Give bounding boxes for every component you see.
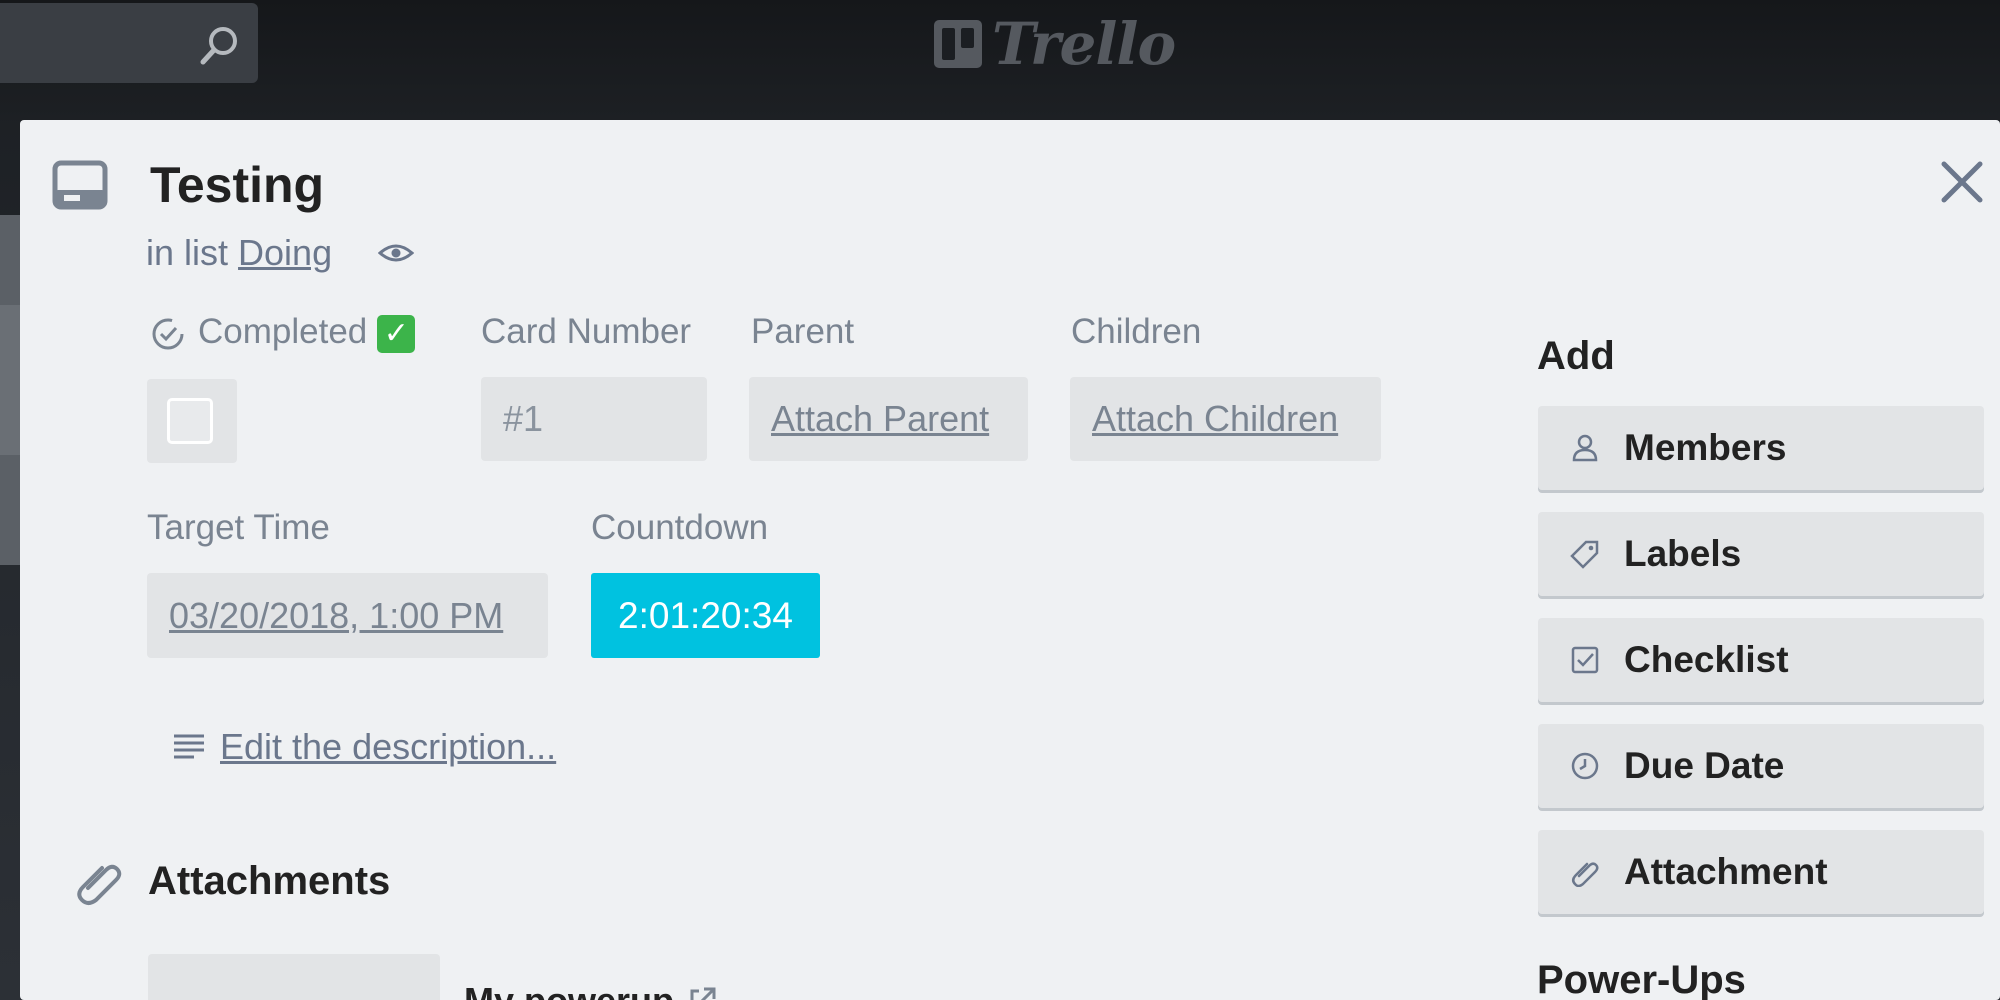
countdown-value[interactable]: 2:01:20:34	[591, 573, 820, 658]
countdown-label: Countdown	[591, 508, 769, 547]
search-icon	[200, 27, 237, 65]
checklist-label: Checklist	[1624, 639, 1789, 680]
attachment-item[interactable]: My powerup	[464, 980, 718, 1000]
due-date-button[interactable]: Due Date	[1538, 724, 1984, 808]
completed-label-group: Completed ✓	[150, 312, 416, 353]
card-list-info: in list Doing	[146, 232, 415, 274]
members-button[interactable]: Members	[1538, 406, 1984, 490]
children-label: Children	[1071, 312, 1202, 351]
attach-children-link[interactable]: Attach Children	[1092, 398, 1338, 440]
checklist-button[interactable]: Checklist	[1538, 618, 1984, 702]
paperclip-icon	[1572, 862, 1599, 887]
attachments-header: Attachments	[74, 856, 390, 906]
board-background-card	[0, 305, 20, 455]
attach-parent-link[interactable]: Attach Parent	[771, 398, 989, 440]
edit-description-link[interactable]: Edit the description...	[220, 726, 556, 768]
attachment-button[interactable]: Attachment	[1538, 830, 1984, 914]
green-checkmark-emoji: ✓	[377, 314, 416, 353]
completed-checkbox-wrapper	[147, 379, 237, 463]
list-name-link[interactable]: Doing	[238, 232, 332, 274]
target-time-value[interactable]: 03/20/2018, 1:00 PM	[169, 595, 503, 637]
labels-label: Labels	[1624, 533, 1742, 574]
top-header: Trello	[0, 0, 2000, 120]
close-icon[interactable]	[1940, 160, 1984, 204]
tag-icon	[1570, 540, 1599, 569]
parent-field: Attach Parent	[749, 377, 1028, 461]
attachments-title: Attachments	[148, 858, 391, 903]
labels-button[interactable]: Labels	[1538, 512, 1984, 596]
parent-label: Parent	[751, 312, 855, 351]
attachment-label: Attachment	[1624, 851, 1828, 892]
checklist-icon	[1571, 646, 1599, 674]
card-number-label: Card Number	[481, 312, 692, 351]
person-icon	[1572, 434, 1598, 462]
trello-logo-icon	[934, 20, 982, 68]
completed-label: Completed	[198, 312, 368, 351]
add-section-title: Add	[1537, 334, 1615, 378]
target-time-label: Target Time	[147, 508, 330, 547]
attachment-name[interactable]: My powerup	[464, 980, 674, 1000]
check-circle-icon	[152, 318, 184, 350]
card-icon	[52, 160, 108, 210]
trello-logo[interactable]: Trello	[934, 10, 1176, 78]
completed-checkbox[interactable]	[167, 398, 213, 444]
eye-icon[interactable]	[378, 241, 415, 265]
card-number-field[interactable]: #1	[481, 377, 707, 461]
search-box[interactable]	[0, 3, 258, 83]
target-time-field: 03/20/2018, 1:00 PM	[147, 573, 548, 658]
external-link-icon[interactable]	[686, 985, 718, 1000]
attachment-thumbnail[interactable]	[148, 954, 440, 1000]
logo-text: Trello	[992, 10, 1176, 78]
card-detail-modal: Testing in list Doing Completed ✓ Card Nu…	[20, 120, 2000, 1000]
power-ups-title: Power-Ups	[1537, 958, 1746, 1000]
in-list-prefix: in list	[146, 232, 229, 273]
description-lines-icon	[174, 734, 204, 759]
due-date-label: Due Date	[1624, 745, 1785, 786]
members-label: Members	[1624, 427, 1787, 468]
paperclip-icon	[77, 864, 122, 905]
children-field: Attach Children	[1070, 377, 1381, 461]
card-title[interactable]: Testing	[150, 156, 324, 214]
description-row: Edit the description...	[172, 726, 556, 768]
clock-icon	[1571, 752, 1599, 780]
